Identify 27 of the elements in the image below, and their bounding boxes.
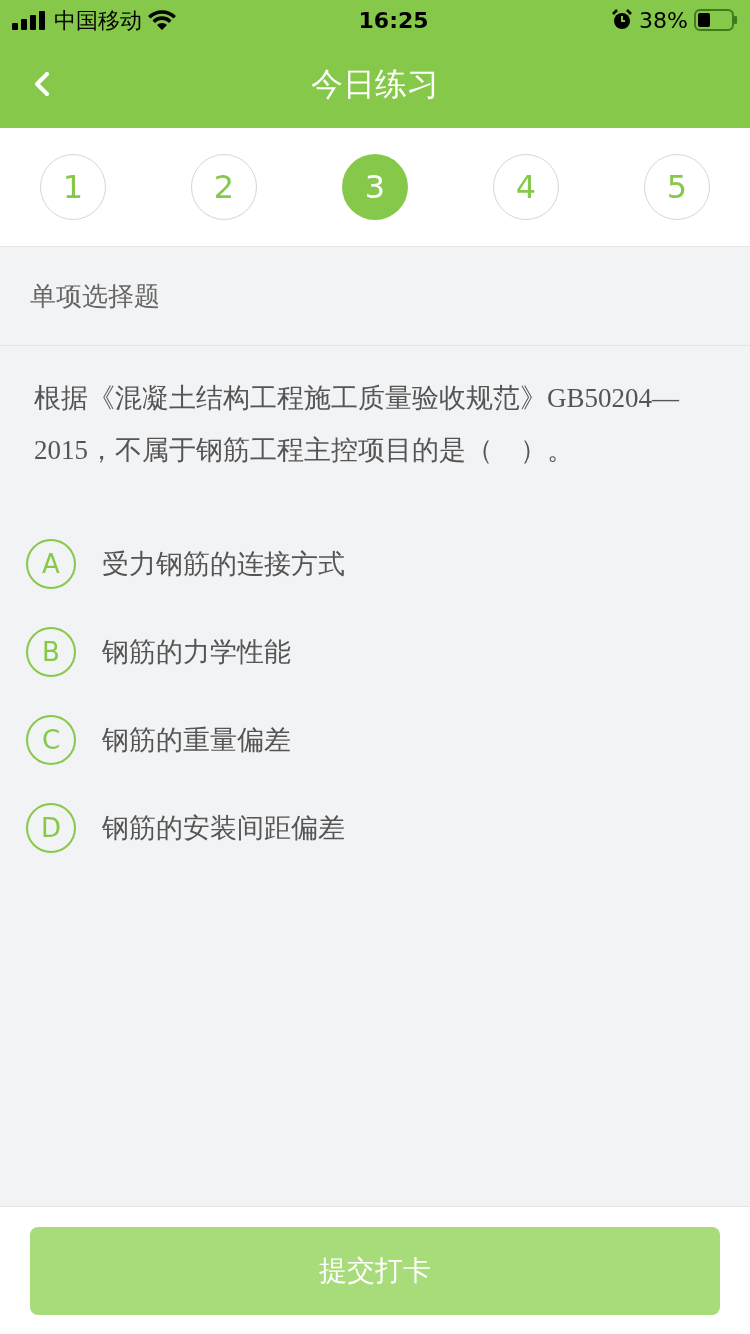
option-letter: B	[26, 627, 76, 677]
alarm-icon	[611, 9, 634, 31]
answer-option[interactable]: B 钢筋的力学性能	[0, 608, 750, 696]
question-text: 根据《混凝土结构工程施工质量验收规范》GB50204—2015，不属于钢筋工程主控项目的是（ ）。	[33, 382, 681, 467]
option-text: 受力钢筋的连接方式	[102, 546, 345, 581]
option-letter: C	[26, 715, 76, 765]
option-letter: D	[26, 803, 76, 853]
page-title: 今日练习	[311, 64, 439, 105]
answer-option[interactable]: D 钢筋的安装间距偏差	[0, 784, 750, 872]
signal-icon	[12, 10, 48, 30]
battery-icon	[694, 9, 738, 31]
option-text: 钢筋的安装间距偏差	[102, 810, 345, 845]
question-number[interactable]: 3	[342, 154, 408, 220]
option-text: 钢筋的力学性能	[102, 634, 291, 669]
carrier-name: 中国移动	[54, 6, 142, 35]
question-type: 单项选择题	[30, 279, 160, 313]
question-number[interactable]: 4	[493, 154, 559, 220]
option-text: 钢筋的重量偏差	[102, 722, 291, 757]
battery-percent: 38%	[639, 6, 688, 35]
question-number[interactable]: 1	[40, 154, 106, 220]
clock-time: 16:25	[358, 6, 429, 35]
wifi-icon	[148, 10, 176, 30]
question-number[interactable]: 5	[644, 154, 710, 220]
question-number[interactable]: 2	[191, 154, 257, 220]
answer-option[interactable]: A 受力钢筋的连接方式	[0, 520, 750, 608]
option-letter: A	[26, 539, 76, 589]
answer-option[interactable]: C 钢筋的重量偏差	[0, 696, 750, 784]
